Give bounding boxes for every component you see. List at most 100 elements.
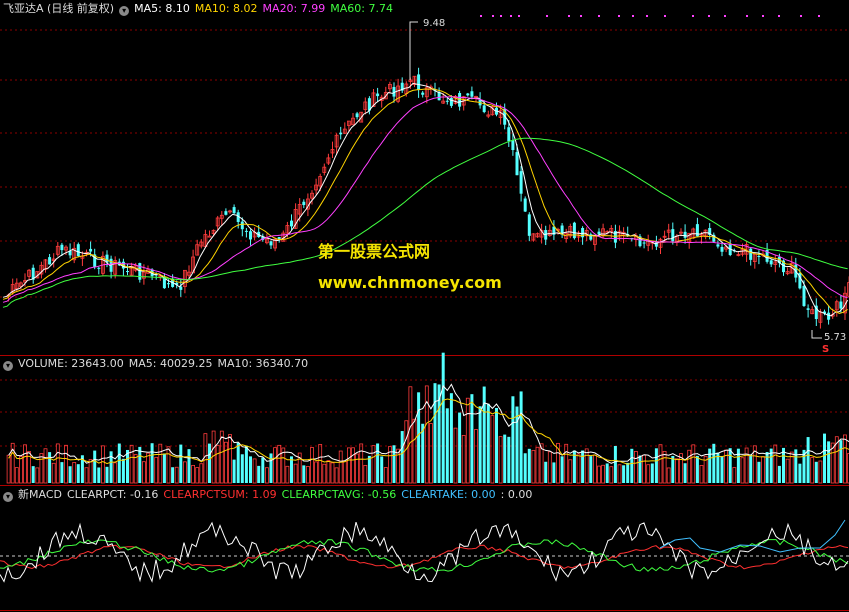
candle-body xyxy=(511,140,515,151)
volume-bar xyxy=(404,420,409,484)
volume-bar xyxy=(650,463,654,483)
signal-dot xyxy=(664,15,666,17)
volume-bar xyxy=(544,461,548,483)
volume-bar xyxy=(293,463,298,484)
low-price-label: 5.73 xyxy=(824,332,847,343)
volume-bar xyxy=(490,415,495,484)
volume-bar xyxy=(486,403,490,483)
volume-bar xyxy=(626,462,630,483)
volume-bar xyxy=(511,396,515,483)
volume-bar xyxy=(642,454,646,484)
volume-bar xyxy=(531,449,536,484)
chart-canvas[interactable] xyxy=(0,0,849,612)
volume-bar xyxy=(716,452,720,483)
volume-bar xyxy=(346,447,351,484)
signal-dot xyxy=(746,15,748,17)
signal-dot xyxy=(546,15,548,17)
signal-dot xyxy=(500,15,502,17)
volume-bar xyxy=(371,445,376,484)
volume-ma5-line xyxy=(8,383,849,464)
volume-bar xyxy=(330,462,335,484)
volume-bar xyxy=(60,462,64,483)
volume-bar xyxy=(236,442,240,483)
volume-bar xyxy=(249,456,252,483)
volume-bar xyxy=(23,444,27,484)
volume-bar xyxy=(699,464,704,484)
volume-bar xyxy=(174,466,179,484)
volume-bar xyxy=(638,455,642,483)
signal-dot xyxy=(618,15,620,17)
volume-bar xyxy=(367,455,371,483)
signal-dot xyxy=(518,15,520,17)
candle-body xyxy=(519,171,523,194)
volume-bar xyxy=(798,463,802,483)
signal-dot xyxy=(762,15,764,17)
volume-bar xyxy=(166,446,171,484)
volume-bar xyxy=(277,444,282,484)
volume-bar xyxy=(445,408,449,483)
volume-bar xyxy=(433,383,437,483)
volume-bar xyxy=(55,443,60,484)
volume-bar xyxy=(244,445,248,483)
volume-bar xyxy=(441,352,445,483)
volume-bar xyxy=(617,464,622,484)
candle-body xyxy=(720,246,724,252)
volume-bar xyxy=(417,392,421,483)
volume-bar xyxy=(523,453,527,483)
volume-bar xyxy=(187,449,191,483)
candle-body xyxy=(769,260,773,265)
volume-bar xyxy=(535,446,540,484)
volume-bar xyxy=(14,467,19,484)
signal-dot xyxy=(492,15,494,17)
volume-bar xyxy=(318,444,323,484)
volume-bar xyxy=(264,467,269,484)
candle-body xyxy=(376,93,380,97)
volume-bar xyxy=(72,462,77,484)
candle-body xyxy=(458,93,462,107)
volume-bar xyxy=(576,453,581,484)
volume-bar xyxy=(64,444,68,484)
volume-bar xyxy=(605,463,609,483)
volume-bar xyxy=(101,445,105,484)
volume-bar xyxy=(478,406,482,483)
volume-bar xyxy=(675,458,679,484)
candle-body xyxy=(290,220,293,227)
signal-dot xyxy=(724,15,726,17)
volume-bar xyxy=(376,443,380,483)
volume-bar xyxy=(314,461,319,484)
volume-bar xyxy=(843,434,847,484)
volume-bar xyxy=(654,448,658,483)
volume-bar xyxy=(428,423,433,484)
volume-bar xyxy=(383,467,388,484)
volume-bar xyxy=(474,429,478,484)
volume-bar xyxy=(68,466,72,483)
candle-body xyxy=(523,198,527,212)
volume-bar xyxy=(18,456,23,484)
volume-bar xyxy=(498,436,503,484)
volume-bar xyxy=(458,412,462,483)
volume-bar xyxy=(342,460,347,484)
volume-bar xyxy=(154,456,159,484)
volume-bar xyxy=(232,459,236,483)
volume-bar xyxy=(712,443,716,483)
volume-bar xyxy=(215,444,220,484)
volume-bar xyxy=(646,464,651,484)
volume-bar xyxy=(76,464,80,483)
volume-bar xyxy=(519,391,523,483)
signal-dot xyxy=(580,15,582,17)
candle-body xyxy=(827,312,831,320)
volume-bar xyxy=(601,464,605,484)
volume-bar xyxy=(552,462,556,483)
volume-bar xyxy=(589,456,593,483)
ma20-line xyxy=(2,96,848,303)
volume-bar xyxy=(453,427,458,484)
volume-bar xyxy=(622,465,626,483)
stock-chart-window[interactable]: 飞亚达A (日线 前复权) ▾ MA5: 8.10 MA10: 8.02 MA20: 7… xyxy=(0,0,849,612)
volume-bar xyxy=(761,456,765,484)
volume-bar xyxy=(191,464,196,484)
volume-bar xyxy=(359,443,364,484)
candle-body xyxy=(224,211,228,215)
volume-bar xyxy=(141,461,146,484)
volume-bar xyxy=(302,465,306,483)
volume-bar xyxy=(305,466,310,484)
